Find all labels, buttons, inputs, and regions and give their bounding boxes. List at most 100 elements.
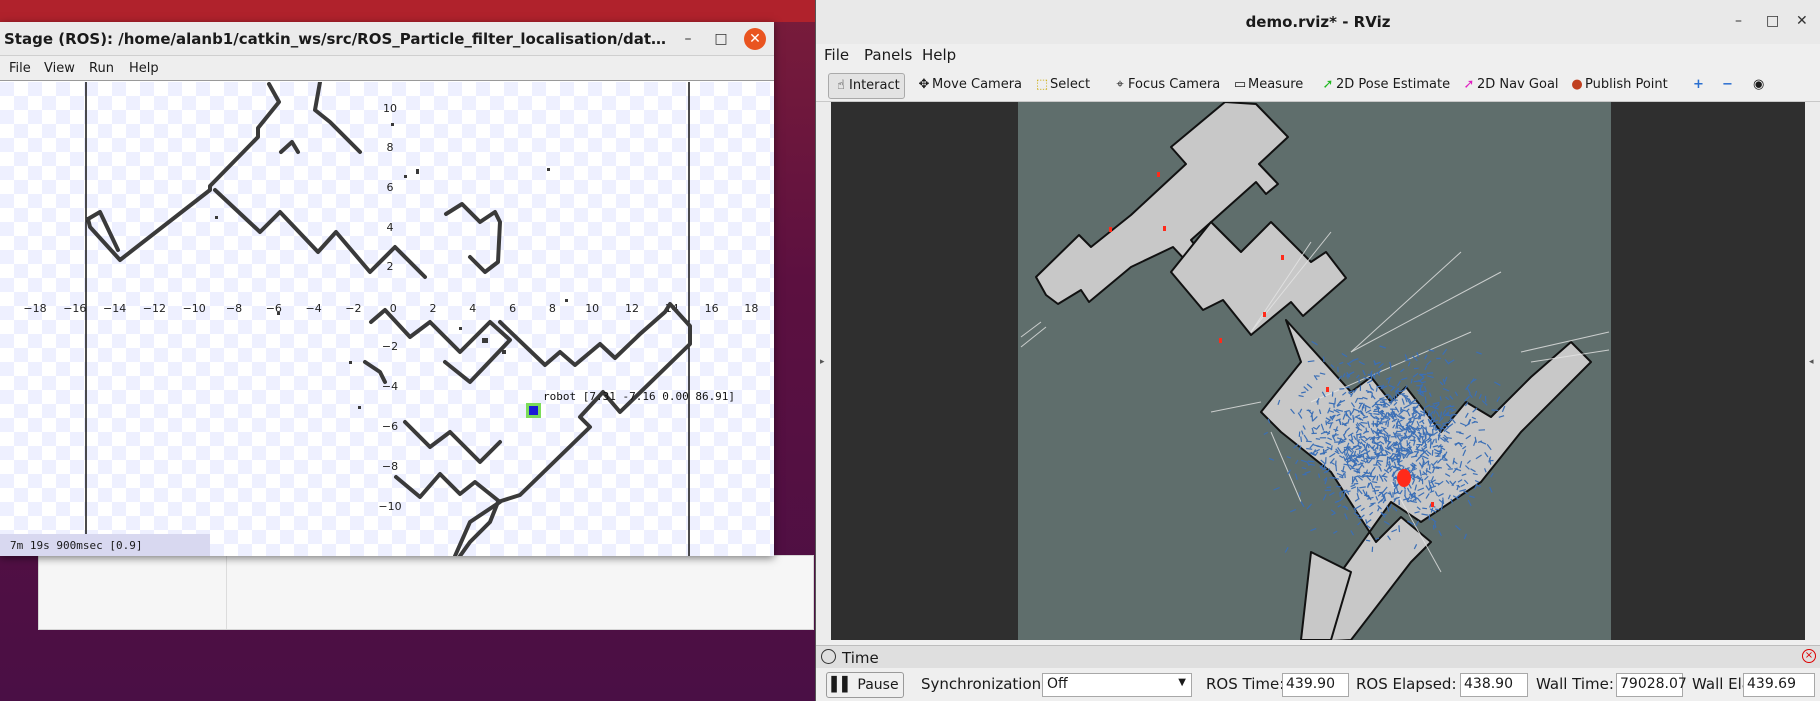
rviz-window: demo.rviz* - RViz – □ ✕ File Panels Help… xyxy=(815,0,1820,701)
ros-time-label: ROS Time: xyxy=(1206,675,1285,693)
pink-arrow-icon: ➚ xyxy=(1463,77,1475,92)
y-tick-label: −6 xyxy=(382,420,398,433)
right-panel-toggle-icon[interactable]: ◂ xyxy=(1809,357,1814,367)
close-icon[interactable]: ✕ xyxy=(1796,13,1808,29)
ruler-icon: ▭ xyxy=(1233,77,1247,92)
rviz-scene xyxy=(1018,102,1611,640)
x-tick-label: −12 xyxy=(143,302,166,315)
clock-icon xyxy=(821,649,836,664)
x-tick-label: 18 xyxy=(744,302,758,315)
select-tool-button[interactable]: ⬚ Select xyxy=(1030,73,1094,99)
rviz-title: demo.rviz* - RViz xyxy=(1245,13,1391,31)
wall-time-field[interactable]: 79028.07 xyxy=(1616,673,1687,697)
x-tick-label: −8 xyxy=(226,302,242,315)
background-window-pane xyxy=(39,556,227,629)
pause-icon: ▌▌ xyxy=(831,677,853,693)
y-tick-label: −10 xyxy=(378,500,401,513)
sync-value: Off xyxy=(1047,676,1068,692)
menu-help[interactable]: Help xyxy=(922,46,956,64)
x-tick-label: 4 xyxy=(469,302,476,315)
publish-point-tool-button[interactable]: ● Publish Point xyxy=(1565,73,1672,99)
nav-goal-tool-button[interactable]: ➚ 2D Nav Goal xyxy=(1457,73,1563,99)
menu-help[interactable]: Help xyxy=(129,61,159,76)
tool-label: Measure xyxy=(1248,77,1304,92)
stage-map-canvas[interactable]: −18 −16 −14 −12 −10 −8 −6 −4 −2 0 2 4 6 8 10 12 14 16 18 1… xyxy=(0,82,774,556)
x-tick-label: 16 xyxy=(705,302,719,315)
y-tick-label: −8 xyxy=(382,460,398,473)
stage-window: Stage (ROS): /home/alanb1/catkin_ws/src/… xyxy=(0,22,774,556)
x-tick-label: 2 xyxy=(430,302,437,315)
x-tick-label: 6 xyxy=(509,302,516,315)
eye-icon[interactable]: ◉ xyxy=(1749,73,1768,99)
wall-time-label: Wall Time: xyxy=(1536,675,1614,693)
menu-file[interactable]: File xyxy=(824,46,849,64)
x-tick-label: 8 xyxy=(549,302,556,315)
ros-elapsed-field[interactable]: 438.90 xyxy=(1460,673,1528,697)
ros-time-field[interactable]: 439.90 xyxy=(1282,673,1349,697)
tool-label: Focus Camera xyxy=(1128,77,1221,92)
sync-label: Synchronization: xyxy=(921,675,1047,693)
left-panel-toggle-icon[interactable]: ▸ xyxy=(820,357,825,367)
tool-label: Publish Point xyxy=(1585,77,1668,92)
menu-panels[interactable]: Panels xyxy=(864,46,912,64)
minimize-icon[interactable]: – xyxy=(1735,13,1742,29)
stage-titlebar: Stage (ROS): /home/alanb1/catkin_ws/src/… xyxy=(0,22,774,56)
move-camera-tool-button[interactable]: ✥ Move Camera xyxy=(912,73,1026,99)
tool-label: 2D Pose Estimate xyxy=(1336,77,1451,92)
stage-status-bar: 7m 19s 900msec [0.9] xyxy=(0,534,210,556)
hand-icon: ☝ xyxy=(837,78,845,93)
time-panel-header: Time × xyxy=(816,646,1820,668)
x-tick-label: −18 xyxy=(23,302,46,315)
plus-icon[interactable]: + xyxy=(1689,73,1708,99)
robot-body xyxy=(529,406,538,415)
pose-estimate-tool-button[interactable]: ➚ 2D Pose Estimate xyxy=(1316,73,1454,99)
stage-title: Stage (ROS): /home/alanb1/catkin_ws/src/… xyxy=(4,30,674,48)
pause-button[interactable]: ▌▌ Pause xyxy=(826,672,904,698)
menu-run[interactable]: Run xyxy=(89,61,114,76)
minimize-icon[interactable]: – xyxy=(677,28,699,50)
x-tick-label: −10 xyxy=(183,302,206,315)
tool-label: Move Camera xyxy=(932,77,1023,92)
y-tick-label: 8 xyxy=(387,141,394,154)
y-tick-label: 10 xyxy=(383,102,397,115)
x-tick-label: −2 xyxy=(345,302,361,315)
robot-label: robot [7.31 -7.16 0.00 86.91] xyxy=(543,390,735,403)
x-tick-label: 0 xyxy=(390,302,397,315)
focus-icon: ⌖ xyxy=(1116,77,1124,92)
y-tick-label: 6 xyxy=(387,181,394,194)
background-window xyxy=(38,555,814,630)
maximize-icon[interactable]: □ xyxy=(1766,13,1779,29)
x-tick-label: 12 xyxy=(625,302,639,315)
rviz-menubar: File Panels Help xyxy=(816,44,1820,68)
x-tick-label: −4 xyxy=(305,302,321,315)
menu-view[interactable]: View xyxy=(44,61,75,76)
focus-camera-tool-button[interactable]: ⌖ Focus Camera xyxy=(1108,73,1224,99)
viewport-area: ▸ ◂ xyxy=(816,102,1820,640)
wall-elapsed-field[interactable]: 439.69 xyxy=(1743,673,1815,697)
close-panel-icon[interactable]: × xyxy=(1802,649,1816,663)
rviz-3d-viewport[interactable] xyxy=(831,102,1805,640)
minus-icon[interactable]: − xyxy=(1718,73,1737,99)
desktop-panel xyxy=(0,0,815,22)
time-panel-title: Time xyxy=(842,649,879,667)
measure-tool-button[interactable]: ▭ Measure xyxy=(1228,73,1307,99)
tool-label: 2D Nav Goal xyxy=(1477,77,1559,92)
y-tick-label: −2 xyxy=(382,340,398,353)
interact-tool-button[interactable]: ☝ Interact xyxy=(828,73,905,99)
rviz-titlebar: demo.rviz* - RViz – □ ✕ xyxy=(816,0,1820,44)
stage-menubar: File View Run Help xyxy=(0,56,774,81)
time-panel: Time × ▌▌ Pause Synchronization: Off ▼ RO… xyxy=(816,645,1820,701)
x-tick-label: 10 xyxy=(585,302,599,315)
y-tick-label: 2 xyxy=(387,260,394,273)
ros-elapsed-label: ROS Elapsed: xyxy=(1356,675,1457,693)
green-arrow-icon: ➚ xyxy=(1322,77,1334,92)
tool-label: Interact xyxy=(849,78,900,93)
x-tick-label: −14 xyxy=(103,302,126,315)
sync-select[interactable]: Off ▼ xyxy=(1042,673,1192,697)
menu-file[interactable]: File xyxy=(9,61,31,76)
chevron-down-icon: ▼ xyxy=(1178,677,1186,688)
close-icon[interactable]: ✕ xyxy=(744,28,766,50)
pause-label: Pause xyxy=(857,677,899,693)
maximize-icon[interactable]: □ xyxy=(710,28,732,50)
tool-label: Select xyxy=(1050,77,1091,92)
